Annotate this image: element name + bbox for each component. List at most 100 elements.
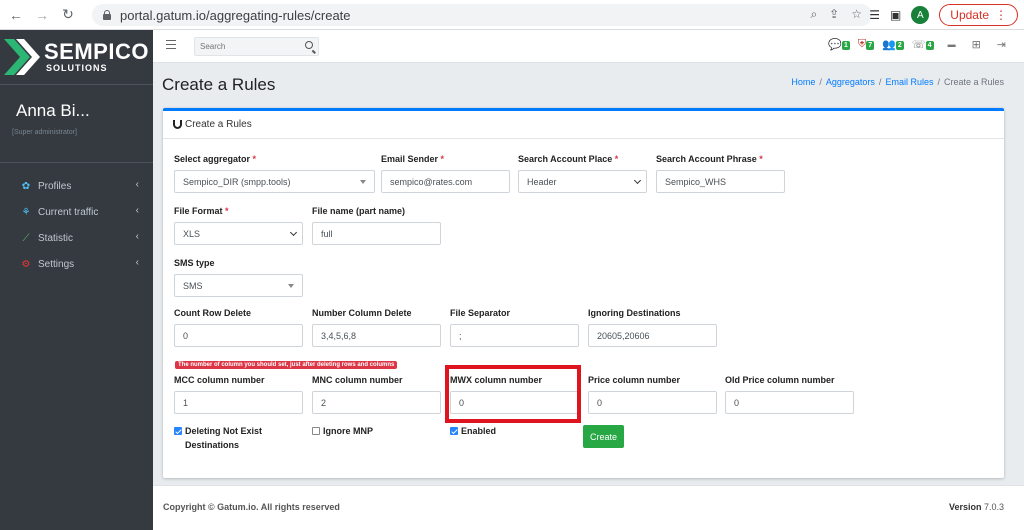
zoom-icon[interactable]: ⌕: [810, 7, 817, 22]
sidebar-item-settings[interactable]: ⚙ Settings ‹: [0, 251, 153, 277]
checkbox-checked[interactable]: [174, 427, 182, 435]
old-price-input[interactable]: 0: [725, 391, 854, 414]
lock-icon: [102, 10, 112, 20]
sms-type-label: SMS type: [174, 258, 215, 268]
breadcrumb-email-rules[interactable]: Email Rules: [885, 77, 933, 87]
copyright-text: Copyright © Gatum.io. All rights reserve…: [163, 502, 340, 512]
sidebar-item-statistic[interactable]: ⟋ Statistic ‹: [0, 225, 153, 251]
sidebar-item-current-traffic[interactable]: ⚘ Current traffic ‹: [0, 199, 153, 225]
count-row-delete-label: Count Row Delete: [174, 308, 252, 318]
breadcrumb-aggregators[interactable]: Aggregators: [826, 77, 875, 87]
enabled-label: Enabled: [461, 426, 497, 436]
magnet-icon: [173, 120, 182, 129]
price-label: Price column number: [588, 375, 681, 385]
deleting-not-exist-checkbox[interactable]: Deleting Not Exist Destinations: [174, 424, 262, 452]
messages-badge: 1: [841, 41, 850, 50]
create-rule-card: Create a Rules Select aggregator * Sempi…: [163, 108, 1004, 478]
back-icon[interactable]: ←: [6, 7, 26, 23]
side-panel-icon[interactable]: ▣: [890, 8, 901, 22]
file-name-input[interactable]: full: [312, 222, 441, 245]
search-phrase-input[interactable]: Sempico_WHS: [656, 170, 785, 193]
search-place-value: Header: [527, 176, 557, 187]
file-separator-input[interactable]: ;: [450, 324, 579, 347]
profile-avatar[interactable]: A: [911, 6, 930, 24]
email-sender-value: sempico@rates.com: [390, 176, 473, 187]
page-title: Create a Rules: [162, 75, 276, 94]
grid-icon[interactable]: ⊞: [972, 38, 981, 51]
users-icon[interactable]: 👥 2: [882, 38, 904, 51]
search-place-select[interactable]: Header: [518, 170, 647, 193]
reload-icon[interactable]: ↻: [58, 6, 78, 23]
top-navbar: 💬1 ⛨7 👥2 ☏4 ▬ ⊞ ⇥: [153, 30, 1024, 63]
aggregator-label: Select aggregator *: [174, 154, 257, 164]
enabled-checkbox[interactable]: Enabled: [450, 424, 496, 438]
search-icon[interactable]: [305, 41, 313, 49]
checkbox-unchecked[interactable]: [312, 427, 320, 435]
alerts-icon[interactable]: ⛨ 7: [858, 38, 875, 51]
chevron-down-icon: [633, 176, 642, 185]
version-label: Version: [948, 502, 982, 512]
breadcrumb-home[interactable]: Home: [791, 77, 815, 87]
card-header: Create a Rules: [163, 111, 1004, 139]
caret-down-icon: [288, 284, 294, 288]
sempico-logo-icon: [4, 39, 40, 75]
user-panel: Anna Bi... [Super administrator]: [0, 85, 153, 163]
create-button[interactable]: Create: [583, 425, 624, 448]
file-format-select[interactable]: XLS: [174, 222, 303, 245]
aggregator-select[interactable]: Sempico_DIR (smpp.tools): [174, 170, 375, 193]
update-button[interactable]: Update ⋮: [939, 4, 1018, 26]
mnc-label: MNC column number: [312, 375, 403, 385]
support-icon[interactable]: ☏ 4: [912, 38, 934, 51]
sms-type-select[interactable]: SMS: [174, 274, 303, 297]
language-flag-icon[interactable]: ▬: [948, 40, 956, 49]
traffic-icon: ⚘: [21, 206, 31, 218]
messages-icon[interactable]: 💬 1: [828, 38, 850, 51]
update-label: Update: [950, 8, 989, 22]
search-box: [194, 37, 319, 56]
share-icon[interactable]: ⇪: [829, 7, 839, 22]
count-row-delete-input[interactable]: 0: [174, 324, 303, 347]
number-column-delete-label: Number Column Delete: [312, 308, 412, 318]
search-input[interactable]: [200, 42, 300, 51]
settings-icon: ⚙: [21, 258, 31, 270]
checkbox-checked[interactable]: [450, 427, 458, 435]
chevron-down-icon: [289, 228, 298, 237]
mwx-highlight-annotation: [445, 365, 581, 423]
file-name-label: File name (part name): [312, 206, 406, 216]
deleting-not-exist-label-2: Destinations: [185, 440, 240, 450]
mcc-label: MCC column number: [174, 375, 265, 385]
chart-icon: ⟋: [22, 232, 30, 244]
forward-icon[interactable]: →: [32, 7, 52, 23]
reading-list-icon[interactable]: ☰: [869, 8, 880, 22]
breadcrumb: Home / Aggregators / Email Rules / Create a Ru…: [791, 77, 1004, 87]
price-value: 0: [597, 397, 603, 408]
sidebar-item-label: Statistic: [38, 232, 74, 244]
user-name[interactable]: Anna Bi...: [16, 101, 153, 121]
address-bar[interactable]: portal.gatum.io/aggregating-rules/create…: [92, 4, 872, 26]
price-input[interactable]: 0: [588, 391, 717, 414]
mcc-input[interactable]: 1: [174, 391, 303, 414]
email-sender-label: Email Sender *: [381, 154, 445, 164]
sidebar-item-profiles[interactable]: ✿ Profiles ‹: [0, 173, 153, 199]
more-icon: ⋮: [995, 8, 1007, 22]
mnc-input[interactable]: 2: [312, 391, 441, 414]
ignoring-destinations-input[interactable]: 20605,20606: [588, 324, 717, 347]
url-text: portal.gatum.io/aggregating-rules/create: [120, 7, 351, 23]
menu-toggle-icon[interactable]: [166, 40, 176, 49]
number-column-delete-value: 3,4,5,6,8: [321, 330, 357, 341]
profiles-icon: ✿: [21, 180, 31, 192]
email-sender-input[interactable]: sempico@rates.com: [381, 170, 510, 193]
brand-logo[interactable]: SEMPICO SOLUTIONS: [0, 30, 153, 85]
chevron-left-icon: ‹: [135, 179, 139, 190]
sidebar-item-label: Profiles: [38, 180, 72, 192]
sidebar: SEMPICO SOLUTIONS Anna Bi... [Super admi…: [0, 30, 153, 530]
file-format-label: File Format *: [174, 206, 229, 216]
logout-icon[interactable]: ⇥: [997, 38, 1006, 51]
content-header: Create a Rules Home / Aggregators / Email Ru…: [153, 63, 1024, 108]
users-badge: 2: [895, 41, 904, 50]
browser-toolbar: ← → ↻ portal.gatum.io/aggregating-rules/…: [0, 0, 1024, 30]
star-icon[interactable]: ☆: [851, 7, 862, 22]
ignore-mnp-checkbox[interactable]: Ignore MNP: [312, 424, 373, 438]
file-separator-value: ;: [459, 330, 462, 341]
number-column-delete-input[interactable]: 3,4,5,6,8: [312, 324, 441, 347]
